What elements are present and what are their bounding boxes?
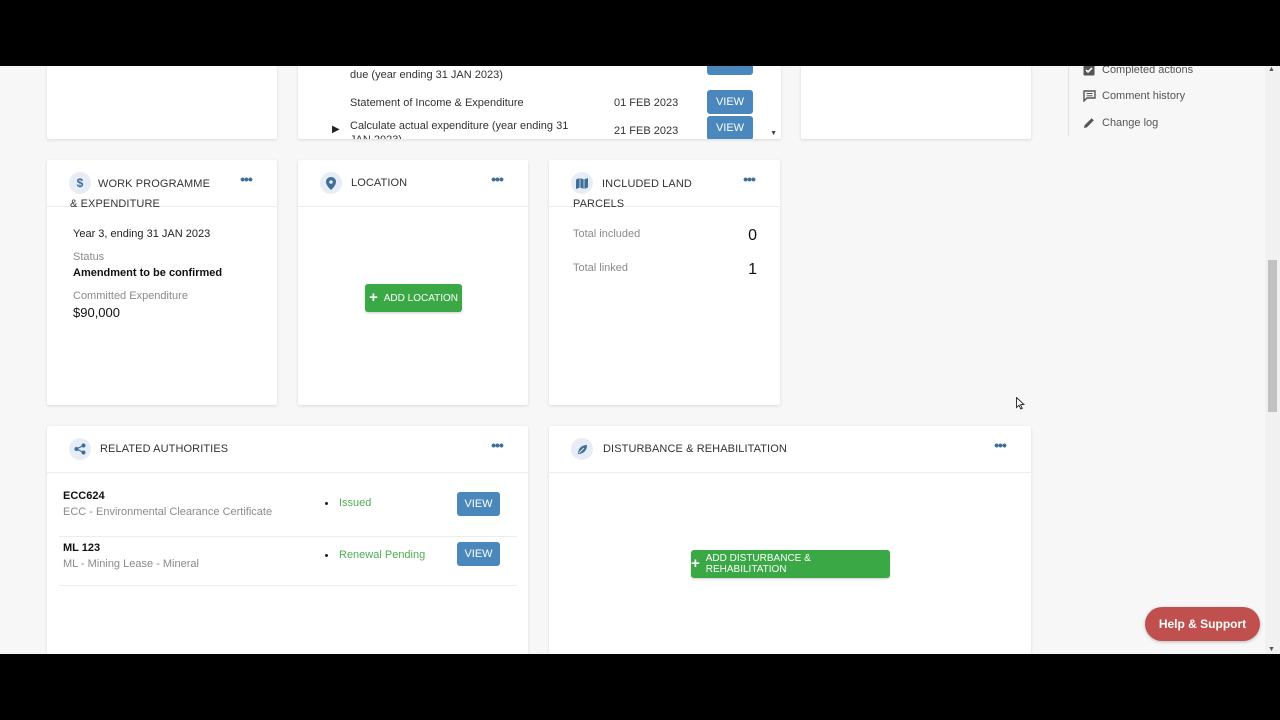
sidebar-divider bbox=[1068, 66, 1069, 136]
plus-icon: + bbox=[368, 289, 378, 306]
related-authorities-card: RELATED AUTHORITIES ••• ECC624 ECC - Env… bbox=[47, 426, 528, 654]
authority-code: ECC624 bbox=[63, 490, 105, 502]
page-viewport: due (year ending 31 JAN 2023) VIEW State… bbox=[0, 66, 1280, 654]
sidebar-item-comment-history[interactable]: Comment history bbox=[1082, 89, 1185, 103]
total-included-label: Total included bbox=[573, 228, 641, 240]
card-title: DISTURBANCE & REHABILITATION bbox=[603, 443, 787, 455]
add-disturbance-button[interactable]: + ADD DISTURBANCE & REHABILITATION bbox=[691, 550, 890, 578]
more-options-icon[interactable]: ••• bbox=[488, 438, 506, 454]
work-programme-card: $ WORK PROGRAMME & EXPENDITURE ••• Year … bbox=[47, 160, 277, 405]
scroll-down-arrow-icon[interactable]: ▼ bbox=[770, 130, 777, 137]
status-text: Issued bbox=[339, 497, 372, 509]
timeline-view-button[interactable]: VIEW bbox=[707, 90, 753, 114]
sidebar-item-change-log[interactable]: Change log bbox=[1082, 116, 1158, 130]
status-dot-icon bbox=[325, 553, 328, 557]
vertical-scrollbar[interactable]: ▲ ▼ bbox=[1265, 66, 1280, 654]
add-location-button[interactable]: + ADD LOCATION bbox=[365, 284, 462, 312]
disturbance-card: DISTURBANCE & REHABILITATION ••• + ADD D… bbox=[549, 426, 1031, 654]
timeline-row: Statement of Income & Expenditure 01 FEB… bbox=[350, 90, 770, 116]
card-header: $ WORK PROGRAMME & EXPENDITURE ••• bbox=[47, 160, 277, 210]
status-dot-icon bbox=[325, 501, 328, 505]
committed-expenditure-label: Committed Expenditure bbox=[73, 290, 188, 302]
sidebar-item-label: Change log bbox=[1102, 117, 1159, 129]
timeline-task: Statement of Income & Expenditure bbox=[350, 97, 524, 109]
help-support-button[interactable]: Help & Support bbox=[1145, 607, 1260, 641]
status-label: Status bbox=[73, 251, 105, 263]
location-card: LOCATION ••• + ADD LOCATION bbox=[298, 160, 528, 405]
card-header: DISTURBANCE & REHABILITATION ••• bbox=[549, 426, 1031, 473]
more-options-icon[interactable]: ••• bbox=[488, 172, 506, 188]
expand-arrow-icon[interactable]: ▶ bbox=[332, 124, 340, 135]
table-row: ECC624 ECC - Environmental Clearance Cer… bbox=[59, 484, 517, 537]
timeline-view-button[interactable]: VIEW bbox=[707, 66, 753, 75]
scroll-up-arrow-icon[interactable]: ▲ bbox=[1268, 66, 1275, 73]
status-badge: Renewal Pending bbox=[325, 549, 425, 561]
more-options-icon[interactable]: ••• bbox=[237, 172, 255, 188]
total-included-value: 0 bbox=[748, 227, 757, 244]
sidebar-item-label: Comment history bbox=[1102, 90, 1186, 102]
timeline-task: Calculate actual expenditure (year endin… bbox=[350, 120, 569, 139]
checkbox-icon bbox=[1082, 66, 1096, 77]
plus-icon: + bbox=[691, 555, 700, 572]
timeline-task: due (year ending 31 JAN 2023) bbox=[350, 69, 503, 81]
top-right-card bbox=[801, 66, 1031, 139]
share-icon bbox=[69, 438, 91, 460]
map-pin-icon bbox=[320, 172, 342, 194]
card-title: RELATED AUTHORITIES bbox=[100, 443, 229, 455]
card-title: LOCATION bbox=[351, 177, 408, 189]
committed-expenditure-value: $90,000 bbox=[73, 305, 120, 320]
sidebar-item-completed-actions[interactable]: Completed actions bbox=[1082, 66, 1193, 77]
authority-description: ML - Mining Lease - Mineral bbox=[63, 558, 199, 570]
timeline-date: 01 FEB 2023 bbox=[614, 97, 679, 109]
pencil-icon bbox=[1082, 116, 1096, 130]
table-row: ML 123 ML - Mining Lease - Mineral Renew… bbox=[59, 536, 517, 586]
scrollbar-thumb[interactable] bbox=[1268, 260, 1277, 412]
card-header: INCLUDED LAND PARCELS ••• bbox=[549, 160, 780, 210]
scroll-down-arrow-icon[interactable]: ▼ bbox=[1268, 646, 1275, 653]
authority-code: ML 123 bbox=[63, 542, 101, 554]
authority-description: ECC - Environmental Clearance Certificat… bbox=[63, 506, 273, 518]
comment-icon bbox=[1082, 89, 1096, 103]
card-title: INCLUDED LAND PARCELS bbox=[573, 178, 692, 210]
mouse-cursor-icon bbox=[1016, 396, 1026, 415]
authority-view-button[interactable]: VIEW bbox=[457, 542, 500, 566]
timeline-row: due (year ending 31 JAN 2023) VIEW bbox=[350, 66, 770, 85]
total-linked-label: Total linked bbox=[573, 262, 629, 274]
status-value: Amendment to be confirmed bbox=[73, 267, 223, 279]
leaf-icon bbox=[571, 438, 593, 460]
work-programme-year: Year 3, ending 31 JAN 2023 bbox=[73, 228, 211, 240]
sidebar-item-label: Completed actions bbox=[1102, 66, 1194, 76]
add-location-label: ADD LOCATION bbox=[383, 292, 459, 304]
more-options-icon[interactable]: ••• bbox=[740, 172, 758, 188]
land-parcels-card: INCLUDED LAND PARCELS ••• Total included… bbox=[549, 160, 780, 405]
timeline-card: due (year ending 31 JAN 2023) VIEW State… bbox=[298, 66, 781, 139]
timeline-view-button[interactable]: VIEW bbox=[707, 116, 753, 139]
top-left-card bbox=[47, 66, 277, 139]
timeline-date: 21 FEB 2023 bbox=[614, 125, 679, 137]
status-badge: Issued bbox=[325, 497, 371, 509]
more-options-icon[interactable]: ••• bbox=[991, 438, 1009, 454]
authority-view-button[interactable]: VIEW bbox=[457, 492, 500, 516]
card-header: LOCATION ••• bbox=[298, 160, 528, 207]
total-linked-value: 1 bbox=[748, 261, 757, 278]
add-disturbance-label: ADD DISTURBANCE & REHABILITATION bbox=[705, 553, 811, 575]
card-header: RELATED AUTHORITIES ••• bbox=[47, 426, 528, 473]
card-title: WORK PROGRAMME & EXPENDITURE bbox=[70, 178, 211, 210]
status-text: Renewal Pending bbox=[339, 549, 426, 561]
timeline-row: ▶ Calculate actual expenditure (year end… bbox=[328, 116, 773, 139]
